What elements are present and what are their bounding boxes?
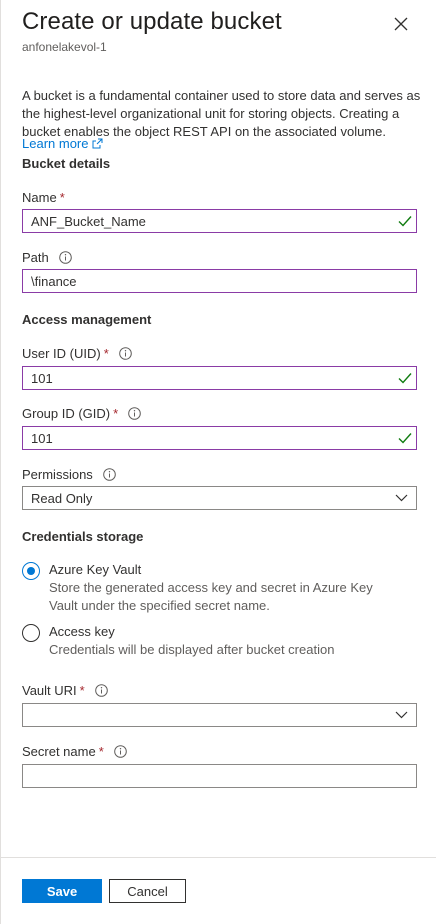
close-button[interactable] [391, 14, 411, 34]
vault-uri-dropdown[interactable] [22, 703, 417, 727]
footer-divider [1, 857, 436, 858]
radio-label-azure-key-vault: Azure Key Vault [49, 562, 142, 577]
credentials-storage-heading: Credentials storage [22, 529, 144, 544]
secret-name-label: Secret name * [22, 744, 127, 759]
panel-title: Create or update bucket [22, 8, 282, 35]
create-bucket-panel: Create or update bucket anfonelakevol-1 … [0, 0, 436, 924]
info-icon[interactable] [58, 251, 72, 264]
name-input[interactable]: ANF_Bucket_Name [22, 209, 417, 233]
save-button[interactable]: Save [22, 879, 102, 903]
info-icon[interactable] [94, 684, 108, 697]
vault-uri-label: Vault URI * [22, 683, 108, 698]
vault-uri-label-text: Vault URI [22, 683, 77, 698]
path-input-value: \finance [31, 274, 77, 289]
required-marker: * [103, 346, 109, 361]
uid-label-text: User ID (UID) [22, 346, 101, 361]
info-icon[interactable] [128, 407, 141, 420]
chevron-down-icon [395, 494, 408, 502]
permissions-label-text: Permissions [22, 467, 93, 482]
path-label-text: Path [22, 250, 49, 265]
panel-subtitle: anfonelakevol-1 [22, 40, 107, 54]
chevron-down-icon [395, 711, 408, 719]
gid-input-value: 101 [31, 431, 53, 446]
required-marker: * [98, 744, 104, 759]
radio-button-selected[interactable] [22, 562, 40, 580]
required-marker: * [59, 190, 65, 205]
uid-input-value: 101 [31, 371, 53, 386]
info-icon[interactable] [102, 468, 116, 481]
radio-option-text: Azure Key Vault Store the generated acce… [49, 561, 404, 615]
checkmark-icon [398, 373, 412, 384]
secret-name-input[interactable] [22, 764, 417, 788]
uid-input[interactable]: 101 [22, 366, 417, 390]
secret-name-label-text: Secret name [22, 744, 96, 759]
checkmark-icon [398, 216, 412, 227]
info-icon[interactable] [118, 347, 132, 360]
path-input[interactable]: \finance [22, 269, 417, 293]
permissions-label: Permissions [22, 467, 116, 482]
checkmark-icon [398, 433, 412, 444]
radio-option-text: Access key Credentials will be displayed… [49, 623, 334, 659]
radio-option-azure-key-vault[interactable]: Azure Key Vault Store the generated acce… [22, 561, 404, 615]
required-marker: * [79, 683, 85, 698]
name-label: Name * [22, 190, 65, 205]
required-marker: * [113, 406, 119, 421]
gid-input[interactable]: 101 [22, 426, 417, 450]
gid-label-text: Group ID (GID) [22, 406, 111, 421]
close-icon [394, 17, 408, 31]
radio-description-access-key: Credentials will be displayed after buck… [49, 642, 335, 657]
name-input-value: ANF_Bucket_Name [31, 214, 146, 229]
uid-label: User ID (UID) * [22, 346, 132, 361]
panel-description: A bucket is a fundamental container used… [22, 88, 421, 139]
radio-description-azure-key-vault: Store the generated access key and secre… [49, 580, 373, 613]
radio-option-access-key[interactable]: Access key Credentials will be displayed… [22, 623, 334, 659]
permissions-dropdown[interactable]: Read Only [22, 486, 417, 510]
path-label: Path [22, 250, 72, 265]
name-label-text: Name [22, 190, 57, 205]
permissions-selected-value: Read Only [31, 491, 93, 506]
info-icon[interactable] [113, 745, 127, 758]
external-link-icon [92, 138, 103, 149]
learn-more-label: Learn more [22, 136, 89, 151]
radio-label-access-key: Access key [49, 624, 115, 639]
radio-button[interactable] [22, 624, 40, 642]
gid-label: Group ID (GID) * [22, 406, 141, 421]
cancel-button[interactable]: Cancel [109, 879, 186, 903]
bucket-details-heading: Bucket details [22, 156, 111, 171]
learn-more-link[interactable]: Learn more [22, 136, 103, 151]
access-management-heading: Access management [22, 312, 152, 327]
